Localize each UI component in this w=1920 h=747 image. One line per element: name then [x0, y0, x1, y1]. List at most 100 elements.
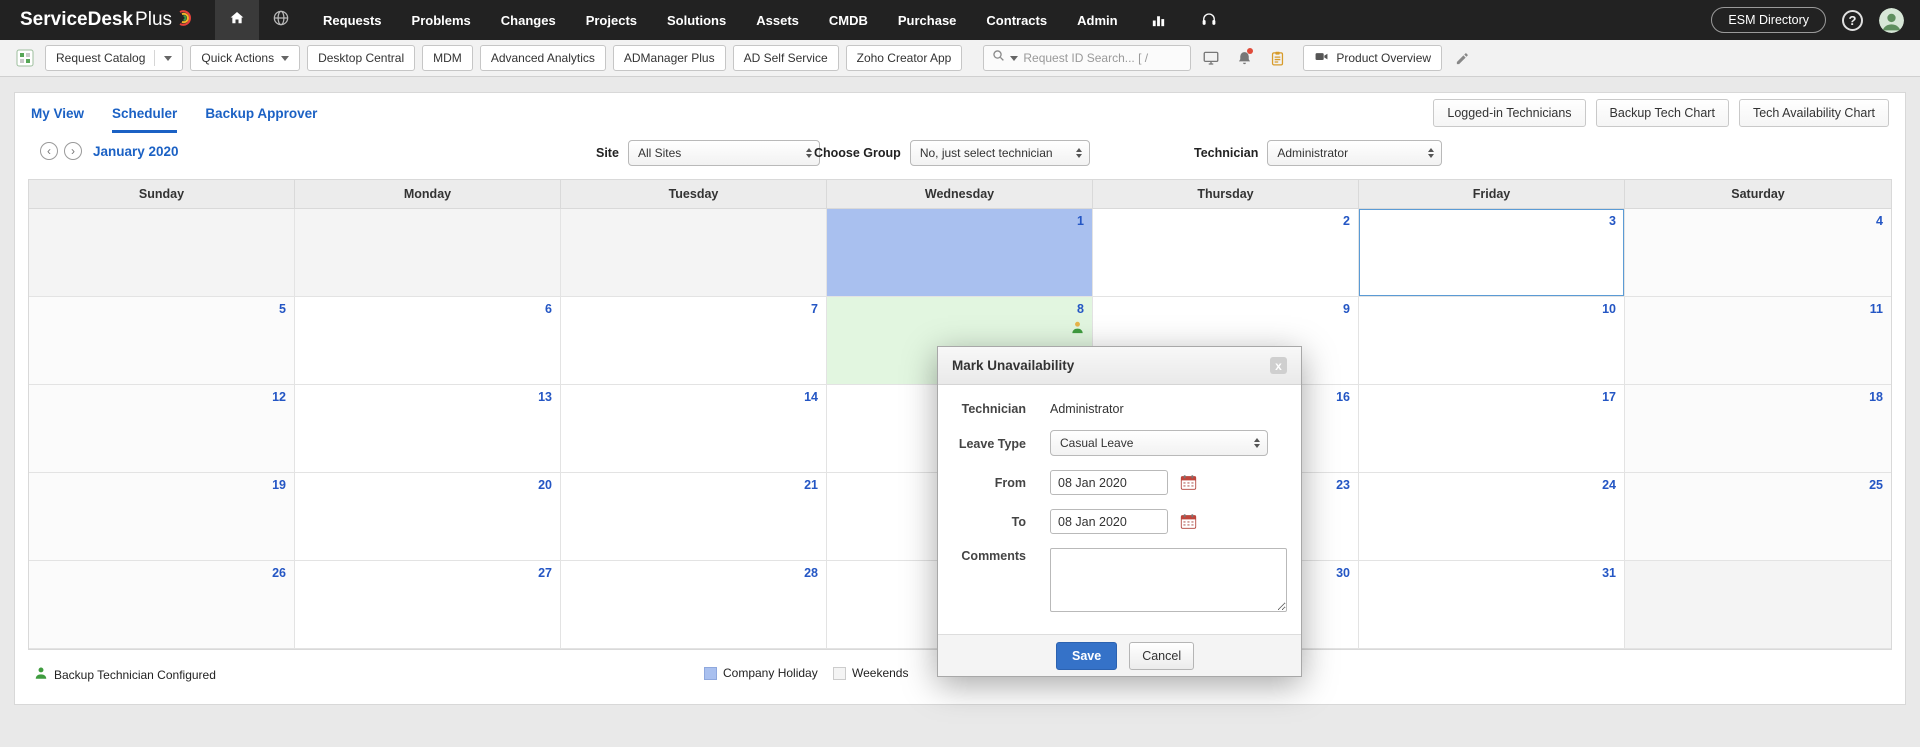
tab-backup-approver[interactable]: Backup Approver: [205, 93, 317, 133]
calendar-cell-jan-19[interactable]: 19: [29, 473, 295, 561]
calendar-cell-jan-24[interactable]: 24: [1359, 473, 1625, 561]
calendar-cell-jan-25[interactable]: 25: [1625, 473, 1891, 561]
edit-pencil-icon[interactable]: [1449, 45, 1475, 71]
date-number: 14: [804, 390, 818, 404]
site-selected-value: All Sites: [637, 146, 682, 160]
tasks-clipboard-icon[interactable]: [1264, 45, 1290, 71]
calendar-cell-empty[interactable]: [295, 209, 561, 297]
day-header-tuesday: Tuesday: [561, 180, 827, 208]
calendar-cell-jan-14[interactable]: 14: [561, 385, 827, 473]
servicedesk-plus-app: { "navbar": { "brand_bold": "ServiceDesk…: [0, 0, 1920, 747]
backup-tech-chart-button[interactable]: Backup Tech Chart: [1595, 99, 1729, 127]
calendar-cell-jan-10[interactable]: 10: [1359, 297, 1625, 385]
quick-actions-label: Quick Actions: [201, 51, 275, 65]
calendar-cell-jan-1[interactable]: 1: [827, 209, 1093, 297]
calendar-cell-jan-17[interactable]: 17: [1359, 385, 1625, 473]
site-select[interactable]: All Sites: [627, 140, 820, 166]
legend-company-holiday: Company Holiday: [704, 666, 818, 680]
remote-session-icon[interactable]: [1198, 45, 1224, 71]
brand-logo[interactable]: ServiceDesk Plus: [20, 9, 193, 31]
reports-chart-icon[interactable]: [1146, 7, 1172, 33]
calendar-cell-empty[interactable]: [1625, 561, 1891, 649]
nav-item-admin[interactable]: Admin: [1077, 13, 1117, 28]
technician-select[interactable]: Administrator: [1267, 140, 1443, 166]
advanced-analytics-button[interactable]: Advanced Analytics: [479, 45, 606, 71]
global-view-tab[interactable]: [259, 0, 303, 40]
help-button[interactable]: ?: [1842, 9, 1863, 31]
notifications-bell-icon[interactable]: [1231, 45, 1257, 71]
quick-actions-dropdown[interactable]: Quick Actions: [190, 45, 301, 71]
from-date-input[interactable]: [1050, 470, 1168, 495]
calendar-cell-jan-5[interactable]: 5: [29, 297, 295, 385]
calendar-cell-jan-3[interactable]: 3: [1359, 209, 1625, 297]
calendar-cell-jan-20[interactable]: 20: [295, 473, 561, 561]
calendar-cell-jan-13[interactable]: 13: [295, 385, 561, 473]
date-number: 30: [1336, 566, 1350, 580]
calendar-cell-empty[interactable]: [29, 209, 295, 297]
calendar-cell-jan-31[interactable]: 31: [1359, 561, 1625, 649]
nav-item-assets[interactable]: Assets: [756, 13, 799, 28]
nav-item-solutions[interactable]: Solutions: [667, 13, 726, 28]
admanager-plus-button[interactable]: ADManager Plus: [612, 45, 726, 71]
ad-self-service-button[interactable]: AD Self Service: [732, 45, 839, 71]
calendar-cell-jan-4[interactable]: 4: [1625, 209, 1891, 297]
tab-my-view[interactable]: My View: [31, 93, 84, 133]
from-calendar-picker-icon[interactable]: [1180, 474, 1197, 491]
nav-item-projects[interactable]: Projects: [586, 13, 637, 28]
leave-type-row: Leave Type Casual Leave: [950, 430, 1287, 456]
user-avatar[interactable]: [1879, 7, 1904, 33]
save-button[interactable]: Save: [1056, 641, 1118, 670]
home-tab[interactable]: [215, 0, 260, 40]
calendar-cell-jan-28[interactable]: 28: [561, 561, 827, 649]
to-date-input[interactable]: [1050, 509, 1168, 534]
close-icon[interactable]: x: [1270, 357, 1287, 374]
brand-text-light: Plus: [135, 9, 173, 30]
leave-type-select[interactable]: Casual Leave: [1050, 430, 1268, 456]
previous-month-icon[interactable]: ‹: [40, 142, 58, 160]
nav-item-problems[interactable]: Problems: [412, 13, 471, 28]
calendar-cell-jan-18[interactable]: 18: [1625, 385, 1891, 473]
comments-textarea[interactable]: [1050, 548, 1287, 612]
nav-item-purchase[interactable]: Purchase: [898, 13, 957, 28]
tech-availability-chart-button[interactable]: Tech Availability Chart: [1738, 99, 1889, 127]
request-id-search[interactable]: [983, 45, 1192, 71]
group-select[interactable]: No, just select technician: [909, 140, 1090, 166]
request-catalog-dropdown[interactable]: Request Catalog: [45, 45, 184, 71]
day-header-thursday: Thursday: [1093, 180, 1359, 208]
tab-scheduler[interactable]: Scheduler: [112, 93, 178, 133]
calendar-cell-jan-6[interactable]: 6: [295, 297, 561, 385]
search-type-chevron-icon[interactable]: [1010, 55, 1019, 61]
desktop-central-button[interactable]: Desktop Central: [307, 45, 416, 71]
nav-item-cmdb[interactable]: CMDB: [829, 13, 868, 28]
dialog-body: Technician Administrator Leave Type Casu…: [938, 385, 1301, 634]
calendar-cell-jan-12[interactable]: 12: [29, 385, 295, 473]
logged-in-technicians-button[interactable]: Logged-in Technicians: [1433, 99, 1586, 127]
cancel-button[interactable]: Cancel: [1129, 641, 1195, 670]
apps-grid-icon[interactable]: [12, 45, 38, 71]
zoho-creator-app-button[interactable]: Zoho Creator App: [845, 45, 963, 71]
dialog-header: Mark Unavailability x: [938, 347, 1301, 385]
calendar-cell-jan-2[interactable]: 2: [1093, 209, 1359, 297]
group-selected-value: No, just select technician: [919, 146, 1053, 160]
calendar-cell-jan-7[interactable]: 7: [561, 297, 827, 385]
nav-item-changes[interactable]: Changes: [501, 13, 556, 28]
calendar-cell-jan-26[interactable]: 26: [29, 561, 295, 649]
calendar-cell-empty[interactable]: [561, 209, 827, 297]
date-number: 18: [1869, 390, 1883, 404]
support-headset-icon[interactable]: [1196, 7, 1222, 33]
calendar-cell-jan-21[interactable]: 21: [561, 473, 827, 561]
nav-item-contracts[interactable]: Contracts: [986, 13, 1047, 28]
technician-filter: Technician Administrator: [1194, 140, 1443, 166]
technician-row: Technician Administrator: [950, 401, 1287, 417]
product-overview-button[interactable]: Product Overview: [1303, 45, 1443, 71]
search-input[interactable]: [1023, 51, 1174, 65]
date-number: 4: [1876, 214, 1883, 228]
nav-item-requests[interactable]: Requests: [323, 13, 382, 28]
mdm-button[interactable]: MDM: [422, 45, 473, 71]
from-field-label: From: [994, 476, 1026, 490]
esm-directory-button[interactable]: ESM Directory: [1711, 7, 1826, 33]
to-calendar-picker-icon[interactable]: [1180, 513, 1197, 530]
calendar-cell-jan-27[interactable]: 27: [295, 561, 561, 649]
next-month-icon[interactable]: ›: [64, 142, 82, 160]
calendar-cell-jan-11[interactable]: 11: [1625, 297, 1891, 385]
